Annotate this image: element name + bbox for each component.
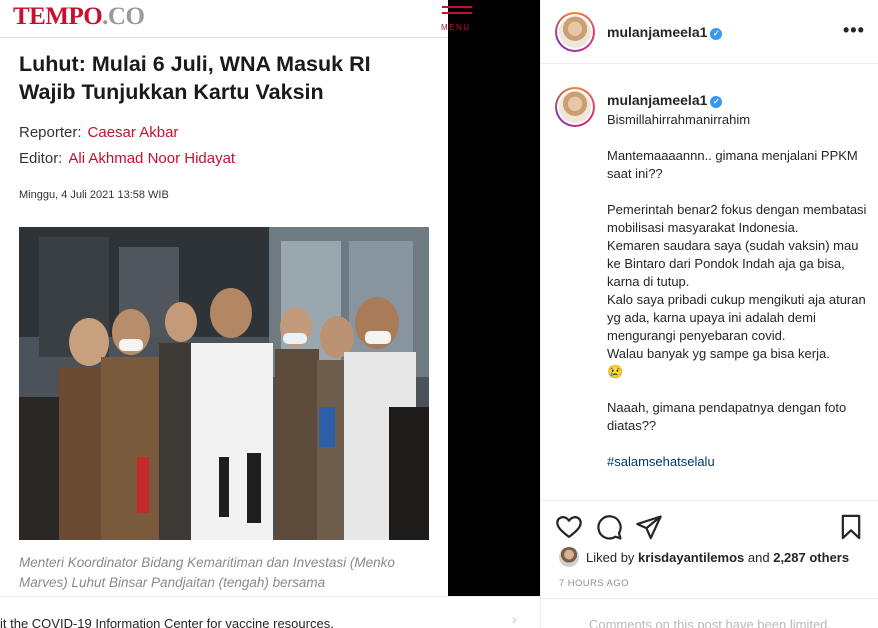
tempo-menu-button: MENU [438,6,474,34]
author-username[interactable]: mulanjameela1 ✓ [607,24,723,40]
logo-main: TEMPO [13,3,103,30]
post-image[interactable]: TEMPO.CO Luhut: Mulai 6 Juli, WNA Masuk … [0,0,480,596]
verified-badge-icon: ✓ [710,96,723,108]
author-username-text[interactable]: mulanjameela1 [607,24,707,40]
liker-username[interactable]: krisdayantilemos [638,550,744,565]
article-date: Minggu, 4 Juli 2021 13:58 WIB [19,189,169,201]
press-conference-photo [19,227,429,540]
likes-summary[interactable]: Liked by krisdayantilemos and 2,287 othe… [586,550,849,565]
comment-icon[interactable] [595,513,623,541]
editor-name: Ali Akhmad Noor Hidayat [68,150,236,167]
caption-author-avatar[interactable] [555,87,595,127]
caption-body: Bismillahirrahmanirrahim Mantemaaaannn..… [607,112,867,433]
hashtag-link[interactable]: #salamsehatselalu [607,454,715,469]
tempo-article-screenshot: TEMPO.CO Luhut: Mulai 6 Juli, WNA Masuk … [0,0,448,596]
editor-label: Editor: [19,150,63,167]
likes-prefix: Liked by [586,550,635,565]
action-bar [541,500,878,552]
menu-label: MENU [441,23,471,32]
likes-and: and [747,550,770,565]
verified-badge-icon: ✓ [710,28,723,40]
bookmark-icon[interactable] [837,513,865,541]
post-panel: mulanjameela1 ✓ ••• mulanjameela1 ✓ Bismil… [540,0,878,628]
more-options-icon[interactable]: ••• [843,20,865,41]
article-photo-caption: Menteri Koordinator Bidang Kemaritiman d… [19,555,395,590]
reporter-row: Reporter: Caesar Akbar [19,124,178,141]
caption-area: mulanjameela1 ✓ Bismillahirrahmanirrahim … [541,65,878,499]
logo-suffix: .CO [102,3,145,30]
reporter-label: Reporter: [19,124,82,141]
caption-text: Bismillahirrahmanirrahim Mantemaaaannn..… [607,111,869,471]
comments-limited-notice: Comments on this post have been limited. [541,598,878,628]
post-header: mulanjameela1 ✓ ••• [541,0,878,64]
covid-info-text[interactable]: it the COVID-19 Information Center for v… [0,616,334,628]
post-timestamp[interactable]: 7 HOURS AGO [559,578,629,589]
paper-plane-icon[interactable] [635,513,663,541]
liker-avatar[interactable] [559,547,579,567]
editor-row: Editor: Ali Akhmad Noor Hidayat [19,150,235,167]
image-letterbox [480,0,540,596]
article-photo [19,227,429,540]
reporter-name: Caesar Akbar [87,124,179,141]
likes-count[interactable]: 2,287 others [773,550,849,565]
covid-info-banner[interactable]: it the COVID-19 Information Center for v… [0,596,540,628]
tempo-header: TEMPO.CO [0,0,448,38]
image-dark-edge [448,0,480,596]
hamburger-icon [442,6,472,20]
caption-username[interactable]: mulanjameela1 ✓ [607,92,723,108]
chevron-right-icon[interactable]: › [512,611,517,627]
author-avatar[interactable] [555,12,595,52]
heart-icon[interactable] [555,513,583,541]
article-title: Luhut: Mulai 6 Juli, WNA Masuk RI Wajib … [19,52,371,104]
caption-username-text[interactable]: mulanjameela1 [607,92,707,108]
tempo-logo: TEMPO.CO [13,3,145,31]
